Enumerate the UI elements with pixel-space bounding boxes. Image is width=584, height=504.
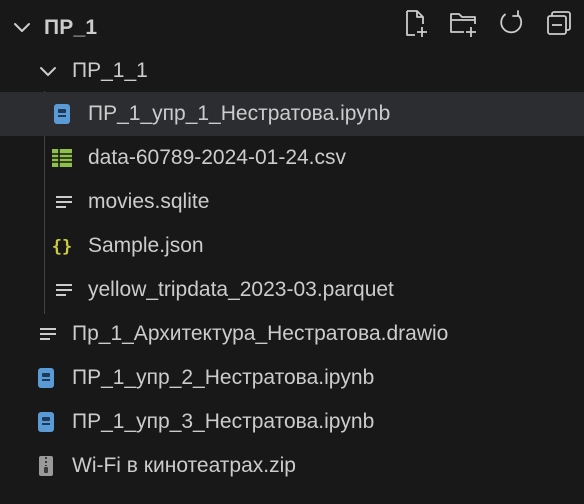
file-item[interactable]: yellow_tripdata_2023-03.parquet bbox=[0, 268, 584, 312]
collapse-all-icon bbox=[547, 11, 571, 35]
subfolder-row[interactable]: ПР_1_1 bbox=[0, 49, 584, 93]
file-name: ПР_1_упр_1_Нестратова.ipynb bbox=[88, 102, 391, 125]
new-folder-icon bbox=[450, 13, 476, 37]
text-file-icon bbox=[52, 278, 76, 302]
csv-table-icon bbox=[50, 146, 74, 170]
text-file-icon bbox=[52, 190, 76, 214]
refresh-icon bbox=[500, 10, 523, 34]
subfolder-name: ПР_1_1 bbox=[72, 59, 148, 82]
notebook-icon bbox=[34, 366, 58, 390]
new-file-button[interactable] bbox=[398, 6, 432, 40]
file-name: Пр_1_Архитектура_Нестратова.drawio bbox=[72, 322, 449, 345]
file-name: ПР_1_упр_3_Нестратова.ipynb bbox=[72, 410, 375, 433]
new-file-icon bbox=[406, 10, 427, 37]
file-item[interactable]: Пр_1_Архитектура_Нестратова.drawio bbox=[0, 312, 584, 356]
file-item[interactable]: ПР_1_упр_1_Нестратова.ipynb bbox=[0, 92, 584, 136]
file-name: yellow_tripdata_2023-03.parquet bbox=[88, 278, 394, 301]
zip-archive-icon bbox=[34, 454, 58, 478]
chevron-down-icon[interactable] bbox=[36, 59, 60, 83]
file-name: movies.sqlite bbox=[88, 190, 210, 213]
file-item[interactable]: data-60789-2024-01-24.csv bbox=[0, 136, 584, 180]
file-item[interactable]: movies.sqlite bbox=[0, 180, 584, 224]
explorer-actions bbox=[398, 6, 576, 40]
text-file-icon bbox=[36, 322, 60, 346]
file-name: Sample.json bbox=[88, 234, 204, 257]
file-name: ПР_1_упр_2_Нестратова.ipynb bbox=[72, 366, 375, 389]
new-folder-button[interactable] bbox=[446, 6, 480, 40]
notebook-icon bbox=[50, 102, 74, 126]
file-explorer: ПР_1 ПР_1_1 ПР_1_упр_1_Нестратова.ipynb … bbox=[0, 0, 584, 504]
refresh-button[interactable] bbox=[494, 6, 528, 40]
json-braces-icon: {} bbox=[50, 234, 74, 258]
collapse-all-button[interactable] bbox=[542, 6, 576, 40]
file-item[interactable]: Wi-Fi в кинотеатрах.zip bbox=[0, 444, 584, 488]
root-folder-name: ПР_1 bbox=[44, 16, 98, 39]
file-name: Wi-Fi в кинотеатрах.zip bbox=[72, 454, 296, 477]
file-item[interactable]: {} Sample.json bbox=[0, 224, 584, 268]
svg-text:{}: {} bbox=[52, 237, 72, 257]
notebook-icon bbox=[34, 410, 58, 434]
chevron-down-icon[interactable] bbox=[10, 15, 34, 39]
file-item[interactable]: ПР_1_упр_2_Нестратова.ipynb bbox=[0, 356, 584, 400]
file-item[interactable]: ПР_1_упр_3_Нестратова.ipynb bbox=[0, 400, 584, 444]
file-name: data-60789-2024-01-24.csv bbox=[88, 146, 347, 169]
